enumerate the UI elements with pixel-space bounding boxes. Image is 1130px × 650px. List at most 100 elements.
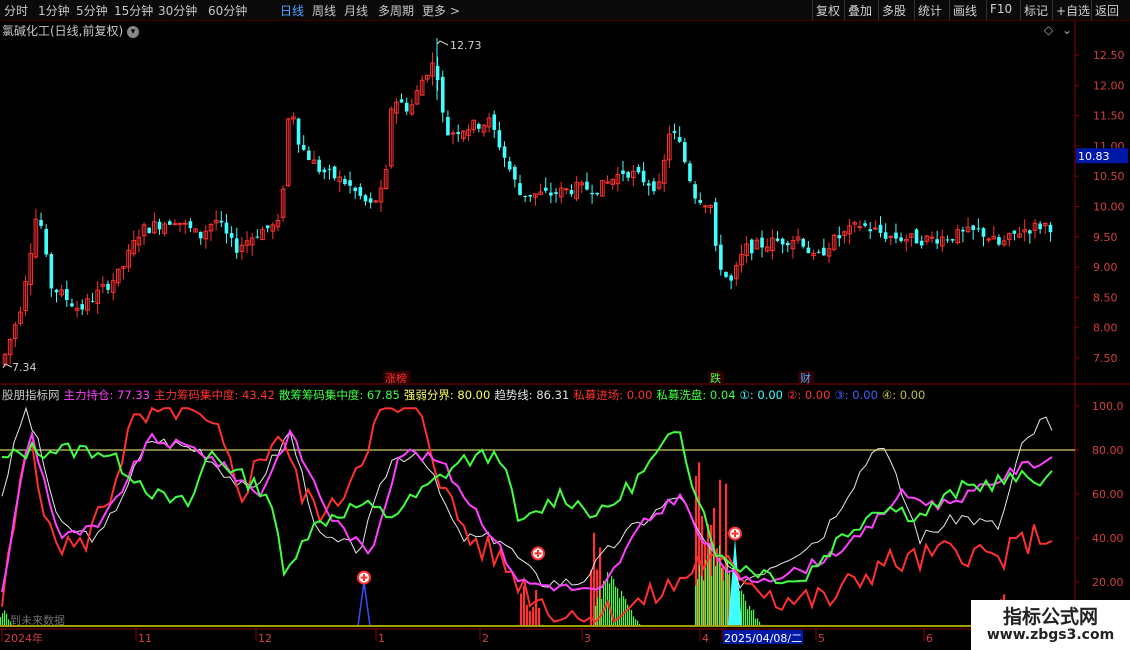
candle-body-down bbox=[590, 192, 594, 195]
private-wash-bar bbox=[0, 617, 2, 626]
candle-body-up bbox=[873, 227, 878, 230]
candle-body-down bbox=[935, 239, 939, 244]
candle-body-down bbox=[801, 238, 806, 247]
candle-body-up bbox=[986, 238, 991, 241]
private-wash-bar bbox=[721, 567, 723, 626]
candle-body-up bbox=[564, 188, 569, 191]
candle-body-down bbox=[404, 102, 409, 112]
private-wash-bar bbox=[599, 585, 601, 626]
candle-body-down bbox=[883, 232, 888, 239]
watermark-url: www.zbgs3.com bbox=[986, 627, 1115, 643]
private-wash-bar bbox=[695, 585, 697, 626]
price-tick-label: 12.50 bbox=[1093, 49, 1125, 62]
candle-body-down bbox=[621, 170, 625, 174]
indicator-name: 股朋指标网 bbox=[2, 388, 60, 402]
private-wash-bar bbox=[4, 610, 6, 626]
candle-body-down bbox=[157, 221, 162, 230]
candle-body-up bbox=[172, 223, 178, 226]
private-wash-bar bbox=[749, 605, 751, 626]
private-wash-bar bbox=[743, 594, 745, 626]
high-pointer bbox=[436, 40, 449, 46]
time-label: 2 bbox=[482, 632, 489, 645]
candle-body-down bbox=[317, 159, 321, 172]
private-wash-bar bbox=[611, 576, 613, 626]
candle-body-down bbox=[1038, 223, 1042, 230]
time-label: 3 bbox=[584, 632, 591, 645]
ind-tick-label: 100.0 bbox=[1092, 400, 1124, 413]
candle-body-down bbox=[688, 163, 692, 182]
candle-body-down bbox=[507, 161, 512, 170]
candle-body-down bbox=[322, 169, 327, 173]
private-wash-bar bbox=[713, 544, 715, 626]
private-wash-bar bbox=[635, 619, 637, 626]
event-marker: 财 bbox=[800, 371, 811, 385]
candle-body-down bbox=[816, 251, 821, 253]
candle-body-down bbox=[229, 233, 234, 238]
watermark: 指标公式网 www.zbgs3.com bbox=[971, 600, 1130, 650]
candle-body-down bbox=[332, 166, 337, 179]
candle-body-down bbox=[234, 238, 239, 253]
candle-body-down bbox=[543, 187, 548, 191]
ind-tick-label: 60.00 bbox=[1092, 488, 1124, 501]
candle-body-down bbox=[868, 229, 872, 232]
private-entry-bar bbox=[532, 606, 535, 626]
low-price-label: 7.34 bbox=[12, 361, 37, 374]
legend-item-6: 私募洗盘: 0.04 bbox=[656, 388, 736, 402]
candle-body-down bbox=[549, 192, 553, 196]
candle-body-down bbox=[358, 186, 363, 196]
chart-canvas[interactable]: ◇ ⌄12.5012.0011.5011.0010.5010.009.509.00… bbox=[0, 0, 1130, 650]
price-tick-label: 12.00 bbox=[1093, 79, 1125, 92]
candle-body-down bbox=[435, 65, 440, 81]
diamond-icon: ◇ bbox=[1044, 23, 1054, 37]
candle-body-down bbox=[698, 199, 703, 203]
candle-body-down bbox=[399, 99, 404, 103]
candle-body-down bbox=[863, 223, 867, 226]
ind-tick-label: 40.00 bbox=[1092, 532, 1124, 545]
candle-body-down bbox=[950, 239, 955, 241]
candle-body-down bbox=[363, 195, 368, 202]
candle-body-down bbox=[348, 180, 352, 186]
price-tick-label: 7.50 bbox=[1093, 352, 1118, 365]
candle-body-down bbox=[477, 124, 481, 129]
private-wash-bar bbox=[697, 579, 699, 626]
private-entry-bar bbox=[535, 590, 538, 626]
time-label: 11 bbox=[138, 632, 152, 645]
candle-body-down bbox=[343, 179, 347, 184]
private-wash-bar bbox=[701, 575, 703, 626]
private-wash-bar bbox=[717, 561, 719, 626]
time-label: 6 bbox=[926, 632, 933, 645]
candle-body-down bbox=[652, 181, 656, 192]
candle-body-down bbox=[971, 225, 975, 231]
candle-body-down bbox=[786, 242, 790, 246]
time-label: 12 bbox=[258, 632, 272, 645]
private-entry-bar bbox=[523, 585, 526, 626]
candle-body-down bbox=[806, 247, 811, 254]
candle-body-down bbox=[54, 289, 59, 293]
candle-body-down bbox=[894, 232, 898, 239]
private-wash-bar bbox=[623, 596, 625, 626]
private-wash-bar bbox=[757, 618, 759, 626]
private-entry-bar bbox=[529, 610, 532, 626]
private-wash-bar bbox=[705, 560, 707, 626]
private-entry-bar bbox=[526, 604, 529, 626]
candle-body-down bbox=[976, 228, 981, 230]
candle-body-down bbox=[497, 130, 502, 148]
private-entry-bar bbox=[538, 607, 541, 626]
high-price-label: 12.73 bbox=[450, 39, 482, 52]
candle-body-down bbox=[327, 168, 332, 170]
time-label: 1 bbox=[378, 632, 385, 645]
indicator-legend: 股朋指标网 主力持仓: 77.33 主力筹码集中度: 43.42 散筹筹码集中度: 6… bbox=[2, 387, 929, 403]
candle-body-down bbox=[997, 237, 1001, 245]
candle-body-down bbox=[296, 118, 301, 145]
candle-body-down bbox=[80, 304, 85, 310]
price-tick-label: 8.50 bbox=[1093, 291, 1118, 304]
candle-body-down bbox=[919, 240, 924, 246]
candle-body-down bbox=[595, 192, 600, 195]
private-wash-bar bbox=[631, 609, 633, 626]
chevron-icon: ⌄ bbox=[1062, 23, 1072, 37]
candle-body-down bbox=[775, 238, 780, 241]
candle-body-down bbox=[70, 303, 74, 307]
private-wash-bar bbox=[747, 608, 749, 626]
candle-body-down bbox=[307, 150, 311, 160]
candle-body-up bbox=[182, 222, 188, 225]
